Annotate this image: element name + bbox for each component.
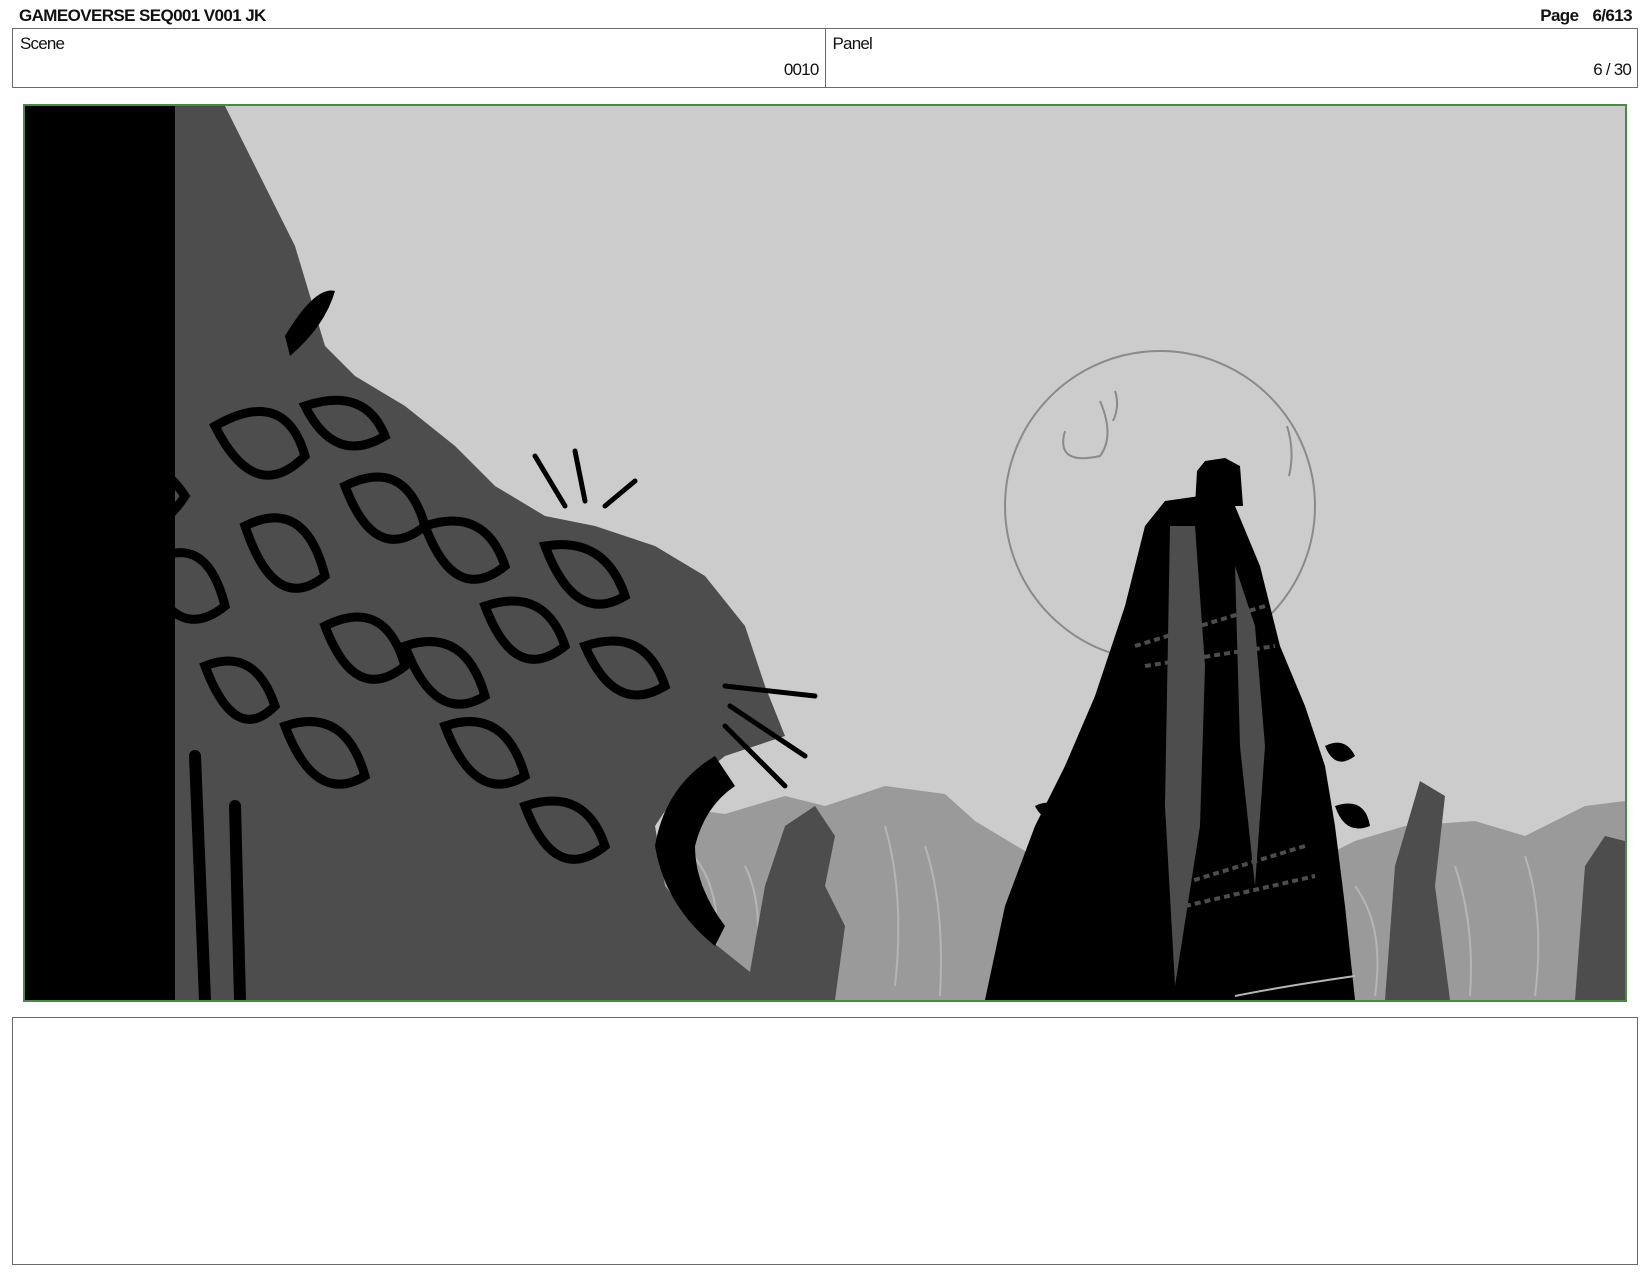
panel-label: Panel: [832, 34, 873, 53]
page-indicator: Page 6/613: [1540, 6, 1632, 26]
document-title: GAMEOVERSE SEQ001 V001 JK: [19, 6, 266, 25]
scene-panel-info: Scene 0010 Panel 6 / 30: [12, 28, 1638, 88]
storyboard-drawing: [25, 106, 1625, 1000]
scene-cell: Scene 0010: [13, 29, 825, 87]
panel-cell: Panel 6 / 30: [824, 29, 1638, 87]
page-number: 6/613: [1592, 6, 1632, 25]
notes-box: [12, 1017, 1638, 1265]
storyboard-frame: [23, 104, 1627, 1002]
page-label: Page: [1540, 6, 1579, 25]
scene-label: Scene: [20, 34, 65, 53]
tower-top: [1195, 458, 1243, 506]
panel-value: 6 / 30: [1593, 60, 1632, 79]
scene-value: 0010: [783, 60, 819, 79]
